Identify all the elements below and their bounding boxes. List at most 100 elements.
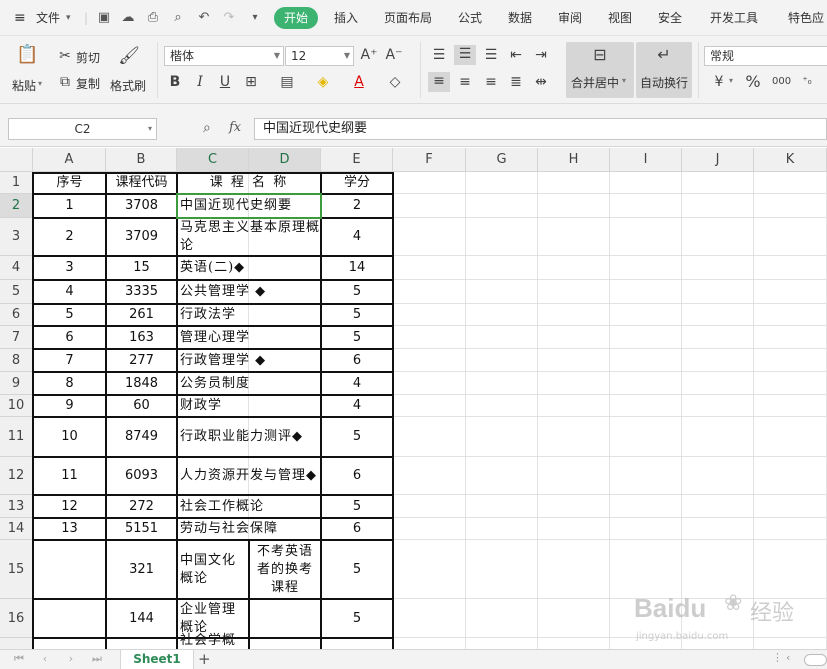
column-header[interactable]: E xyxy=(321,148,393,172)
column-header[interactable]: C xyxy=(177,148,249,172)
column-header[interactable]: B xyxy=(106,148,177,172)
credit-cell[interactable]: 5 xyxy=(321,304,393,326)
credit-cell[interactable]: 6 xyxy=(321,349,393,372)
credit-cell[interactable]: 5 xyxy=(321,540,393,599)
seq-cell[interactable]: 6 xyxy=(33,326,106,349)
header-cell-name[interactable]: 课 程 名 称 xyxy=(177,172,321,194)
merge-center-button[interactable]: ⊟ 合并居中 ▾ xyxy=(566,42,634,98)
row-header[interactable]: 7 xyxy=(0,326,33,349)
row-header[interactable]: 2 xyxy=(0,194,33,218)
header-cell-seq[interactable]: 序号 xyxy=(33,172,106,194)
credit-cell[interactable]: 2 xyxy=(321,194,393,218)
currency-chevron-icon[interactable]: ▾ xyxy=(729,76,733,85)
justify-icon[interactable]: ≣ xyxy=(507,73,525,91)
scroll-split-icon[interactable]: ⋮ xyxy=(772,651,783,664)
font-name-select[interactable]: 楷体 ▼ xyxy=(164,46,284,66)
tab-start[interactable]: 开始 xyxy=(274,7,318,29)
row-header[interactable] xyxy=(0,638,33,649)
spreadsheet-grid[interactable]: ABCDEFGHIJK 1 2 3 4 5 6 7 8 9 10 11 12 13 14 15 16 序号 课程… xyxy=(0,148,827,649)
header-cell-credit[interactable]: 学分 xyxy=(321,172,393,194)
seq-cell[interactable]: 12 xyxy=(33,495,106,518)
credit-cell[interactable]: 14 xyxy=(321,256,393,280)
paste-icon[interactable]: 📋 xyxy=(16,46,38,68)
font-color-icon[interactable]: A xyxy=(350,73,368,91)
align-top-icon[interactable]: ☰ xyxy=(430,46,448,64)
last-sheet-icon[interactable]: ⏭ xyxy=(90,652,104,666)
course-name-cell[interactable]: 公共管理学 ◆ xyxy=(177,280,321,304)
credit-cell[interactable]: 4 xyxy=(321,372,393,395)
credit-cell[interactable]: 5 xyxy=(321,417,393,457)
credit-cell[interactable]: 6 xyxy=(321,518,393,540)
row-header[interactable]: 9 xyxy=(0,372,33,395)
credit-cell[interactable]: 5 xyxy=(321,326,393,349)
redo-icon[interactable]: ↷ xyxy=(221,10,237,26)
currency-icon[interactable]: ¥ xyxy=(710,73,728,91)
format-painter-icon[interactable]: 🖌 xyxy=(118,47,140,69)
seq-cell[interactable]: 11 xyxy=(33,457,106,495)
credit-cell[interactable]: 4 xyxy=(321,395,393,417)
credit-cell[interactable]: 4 xyxy=(321,218,393,256)
copy-icon[interactable]: ⧉ xyxy=(56,73,74,91)
course-name-cell[interactable]: 人力资源开发与管理◆ xyxy=(177,457,321,495)
code-cell[interactable]: 6093 xyxy=(106,457,177,495)
column-header[interactable]: A xyxy=(33,148,106,172)
thousands-icon[interactable]: 000 xyxy=(772,73,791,91)
code-cell[interactable]: 3335 xyxy=(106,280,177,304)
scissors-icon[interactable]: ✂ xyxy=(56,47,74,65)
file-menu[interactable]: 文件 xyxy=(36,0,60,36)
code-cell[interactable]: 8749 xyxy=(106,417,177,457)
sheet-tab-sheet1[interactable]: Sheet1 xyxy=(120,650,194,669)
font-size-select[interactable]: 12 ▼ xyxy=(285,46,354,66)
course-name-cell[interactable]: 公务员制度 xyxy=(177,372,321,395)
function-icon[interactable]: fx xyxy=(229,120,241,135)
customize-chevron-icon[interactable]: ▾ xyxy=(247,10,263,26)
row-header[interactable]: 8 xyxy=(0,349,33,372)
number-format-select[interactable]: 常规 xyxy=(704,46,827,66)
paste-chevron-icon[interactable]: ▾ xyxy=(38,79,42,88)
tab-page-layout[interactable]: 页面布局 xyxy=(384,0,432,36)
header-cell-code[interactable]: 课程代码 xyxy=(106,172,177,194)
seq-cell[interactable]: 4 xyxy=(33,280,106,304)
scroll-left-icon[interactable]: ‹ xyxy=(786,651,790,664)
bold-icon[interactable]: B xyxy=(166,73,184,91)
row-header[interactable]: 6 xyxy=(0,304,33,326)
course-name-cell[interactable]: 中国文化概论 xyxy=(177,540,249,599)
column-header[interactable]: J xyxy=(682,148,754,172)
percent-icon[interactable]: % xyxy=(744,73,762,91)
clear-format-icon[interactable]: ◇ xyxy=(386,73,404,91)
seq-cell[interactable]: 13 xyxy=(33,518,106,540)
tab-formulas[interactable]: 公式 xyxy=(458,0,482,36)
column-header[interactable]: H xyxy=(538,148,610,172)
tab-security[interactable]: 安全 xyxy=(658,0,682,36)
row-header[interactable]: 3 xyxy=(0,218,33,256)
tab-data[interactable]: 数据 xyxy=(508,0,532,36)
note-cell[interactable]: 不考英语者的换考课程 xyxy=(249,540,321,599)
tab-special[interactable]: 特色应 xyxy=(788,0,824,36)
decrease-indent-icon[interactable]: ⇤ xyxy=(507,46,525,64)
row-header[interactable]: 1 xyxy=(0,172,33,194)
row-header[interactable]: 14 xyxy=(0,518,33,540)
copy-button[interactable]: 复制 xyxy=(76,75,100,92)
seq-cell[interactable]: 9 xyxy=(33,395,106,417)
code-cell[interactable]: 60 xyxy=(106,395,177,417)
credit-cell[interactable]: 5 xyxy=(321,495,393,518)
formula-input[interactable]: 中国近现代史纲要 xyxy=(254,118,827,140)
distribute-icon[interactable]: ⇹ xyxy=(532,73,550,91)
code-cell[interactable]: 163 xyxy=(106,326,177,349)
course-name-cell[interactable]: 英语(二)◆ xyxy=(177,256,321,280)
paste-button[interactable]: 粘贴 xyxy=(12,77,36,94)
tab-insert[interactable]: 插入 xyxy=(334,0,358,36)
code-cell[interactable]: 3708 xyxy=(106,194,177,218)
border-icon[interactable]: ⊞ xyxy=(242,73,260,91)
increase-indent-icon[interactable]: ⇥ xyxy=(532,46,550,64)
course-name-cell[interactable]: 财政学 xyxy=(177,395,321,417)
cloud-icon[interactable]: ☁ xyxy=(120,10,136,26)
credit-cell[interactable]: 5 xyxy=(321,280,393,304)
code-cell[interactable]: 15 xyxy=(106,256,177,280)
seq-cell[interactable]: 7 xyxy=(33,349,106,372)
file-menu-chevron-icon[interactable]: ▾ xyxy=(66,0,71,36)
print-icon[interactable]: ⎙ xyxy=(145,10,161,26)
code-cell[interactable]: 3709 xyxy=(106,218,177,256)
code-cell[interactable]: 1848 xyxy=(106,372,177,395)
name-box[interactable]: C2 ▾ xyxy=(8,118,157,140)
